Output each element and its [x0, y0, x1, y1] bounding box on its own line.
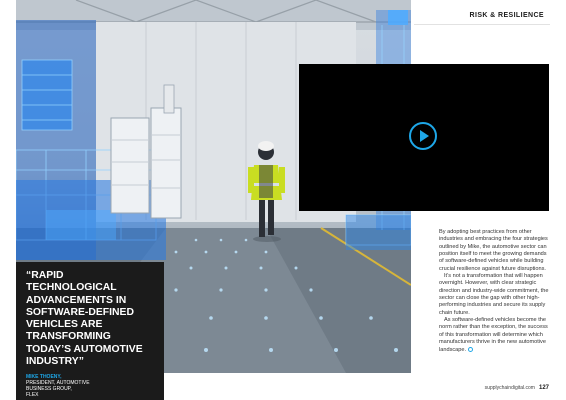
body-paragraph-last: As software-defined vehicles become the … — [439, 317, 551, 354]
video-player[interactable] — [299, 64, 549, 211]
quote-text: “Rapid technological advancements in sof… — [26, 270, 143, 368]
pull-quote: “Rapid technological advancements in sof… — [16, 262, 164, 400]
play-triangle — [420, 130, 429, 142]
footer-site[interactable]: supplychaindigital.com — [485, 385, 535, 391]
article-body: By adopting best practices from other in… — [439, 229, 551, 354]
page-number: 127 — [538, 385, 549, 391]
play-icon[interactable] — [409, 122, 437, 150]
section-label: RISK & RESILIENCE — [469, 12, 544, 19]
section-divider — [414, 24, 550, 25]
body-paragraph: It’s not a transformation that will happ… — [439, 273, 549, 316]
page-footer: supplychaindigital.com 127 — [485, 385, 549, 391]
body-paragraph-text: As software-defined vehicles become the … — [439, 317, 548, 353]
end-mark-icon — [468, 346, 474, 352]
quote-attribution-company: FLEX — [26, 392, 39, 399]
body-paragraph: By adopting best practices from other in… — [439, 229, 548, 272]
